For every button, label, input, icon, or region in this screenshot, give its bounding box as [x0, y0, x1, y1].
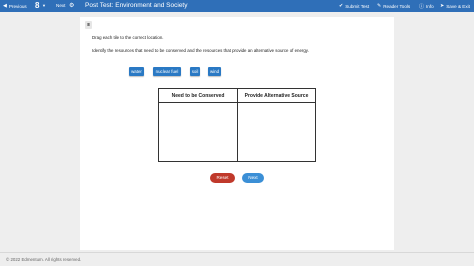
info-icon: ⓘ — [419, 4, 425, 10]
reset-button[interactable]: Reset — [210, 173, 235, 183]
copyright-text: © 2022 Edmentum. All rights reserved. — [6, 257, 82, 262]
previous-button[interactable]: ◀ Previous — [3, 3, 27, 9]
next-question-button[interactable]: Next — [56, 3, 65, 8]
column-conserved: Need to be Conserved — [159, 89, 238, 161]
next-button[interactable]: Next — [242, 173, 264, 183]
next-question-label: Next — [56, 3, 66, 8]
question-number[interactable]: 8 — [35, 1, 39, 10]
gear-icon[interactable]: ⚙ — [69, 2, 74, 9]
instruction-text: Drag each tile to the correct location. — [92, 35, 164, 40]
submit-test-label: Submit Test — [345, 3, 370, 9]
pencil-icon: ✎ — [377, 3, 382, 9]
save-exit-label: Save & Exit — [446, 3, 470, 9]
tile-nuclear-fuel[interactable]: nuclear fuel — [153, 67, 181, 76]
previous-label: Previous — [8, 3, 27, 9]
drop-zone-alternative[interactable] — [238, 103, 315, 160]
column-header-alternative: Provide Alternative Source — [238, 89, 315, 103]
info-label: Info — [426, 4, 434, 9]
reader-tools-label: Reader Tools — [383, 3, 411, 9]
tile-wind[interactable]: wind — [208, 67, 221, 76]
question-prompt: Identify the resources that need to be c… — [92, 48, 309, 53]
info-button[interactable]: ⓘ Info — [419, 3, 434, 10]
previous-arrow-icon: ◀ — [3, 3, 7, 9]
send-icon: ➤ — [440, 3, 445, 9]
top-toolbar: ◀ Previous 8 ▼ Next ⚙ Post Test: Environ… — [0, 0, 474, 12]
save-exit-button[interactable]: ➤ Save & Exit — [440, 3, 470, 9]
chevron-down-icon[interactable]: ▼ — [42, 3, 46, 8]
column-header-conserved: Need to be Conserved — [159, 89, 237, 103]
footer-divider — [0, 252, 474, 253]
test-title: Post Test: Environment and Society — [85, 2, 188, 9]
reader-tools-button[interactable]: ✎ Reader Tools — [377, 3, 410, 9]
question-badge: 8 — [85, 21, 92, 29]
tile-water[interactable]: water — [129, 67, 144, 76]
submit-test-button[interactable]: ✔ Submit Test — [339, 3, 369, 9]
check-icon: ✔ — [339, 3, 344, 9]
column-alternative: Provide Alternative Source — [238, 89, 315, 161]
drop-zone-conserved[interactable] — [159, 103, 237, 160]
drop-table: Need to be Conserved Provide Alternative… — [158, 88, 316, 162]
tile-soil[interactable]: soil — [190, 67, 200, 76]
